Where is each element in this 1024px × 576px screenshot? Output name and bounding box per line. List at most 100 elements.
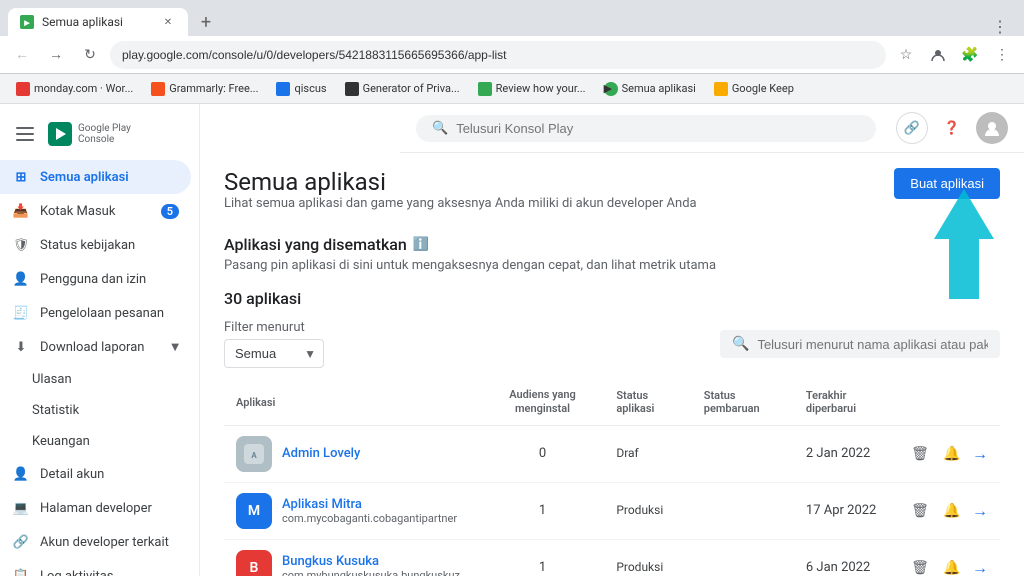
navigate-arrow-icon[interactable]: →	[972, 558, 988, 576]
app-package: com.mybungkuskusuka.bungkuskuz...	[282, 569, 469, 576]
bookmark-review-icon	[478, 82, 492, 96]
address-bar-input[interactable]	[110, 41, 886, 69]
global-search-input[interactable]	[456, 121, 860, 136]
global-search-bar[interactable]: 🔍	[416, 115, 876, 142]
grid-icon: ⊞	[12, 168, 30, 186]
bookmark-review[interactable]: Review how your...	[470, 79, 594, 99]
sidebar-item-activity-label: Log aktivitas	[40, 569, 114, 576]
sidebar-item-stats-label: Statistik	[32, 403, 79, 418]
chrome-menu-icon[interactable]: ⋮	[988, 41, 1016, 69]
sidebar-item-finance[interactable]: Keuangan	[20, 426, 191, 457]
bookmark-qiscus-label: qiscus	[294, 82, 326, 95]
tab-close-button[interactable]: ✕	[160, 14, 176, 30]
bookmark-generator-icon: T	[345, 82, 359, 96]
link-icon-btn[interactable]: 🔗	[896, 112, 928, 144]
installs-cell: 1	[481, 539, 605, 576]
update-status-cell	[692, 425, 794, 482]
app-name[interactable]: Admin Lovely	[282, 446, 360, 461]
col-last-updated: Terakhir diperbarui	[794, 380, 896, 425]
status-badge: Draf	[616, 446, 638, 460]
sidebar-item-linked-acc-label: Akun developer terkait	[40, 535, 169, 550]
delete-icon[interactable]: 🗑	[908, 499, 932, 523]
page-subtitle: Lihat semua aplikasi dan game yang akses…	[224, 196, 697, 211]
app-info: B Bungkus Kusuka com.mybungkuskusuka.bun…	[236, 550, 469, 576]
play-console-logo[interactable]: Google Play Console	[48, 122, 131, 146]
app-name[interactable]: Aplikasi Mitra	[282, 497, 457, 512]
bookmark-keep-icon	[714, 82, 728, 96]
pinned-section-subtitle: Pasang pin aplikasi di sini untuk mengak…	[224, 258, 1000, 273]
bookmark-review-label: Review how your...	[496, 82, 586, 95]
chrome-profiles-icon[interactable]	[924, 41, 952, 69]
create-app-button[interactable]: Buat aplikasi	[894, 168, 1000, 199]
sidebar-item-download[interactable]: ⬇ Download laporan ▶	[0, 330, 191, 364]
sidebar-item-inbox[interactable]: 📥 Kotak Masuk 5	[0, 194, 191, 228]
app-name[interactable]: Bungkus Kusuka	[282, 554, 469, 569]
svg-text:▶: ▶	[23, 19, 30, 27]
bookmark-keep[interactable]: Google Keep	[706, 79, 802, 99]
back-button[interactable]: ←	[8, 41, 36, 69]
forward-button[interactable]: →	[42, 41, 70, 69]
notification-icon[interactable]: 🔔	[940, 556, 964, 576]
action-icons: 🗑 🔔 →	[908, 442, 988, 466]
search-apps-bar[interactable]: 🔍	[720, 330, 1000, 358]
bookmark-keep-label: Google Keep	[732, 82, 794, 95]
notification-icon[interactable]: 🔔	[940, 499, 964, 523]
sidebar-item-finance-label: Keuangan	[32, 434, 90, 449]
bookmark-monday-label: monday.com · Wor...	[34, 82, 133, 95]
sidebar-header: Google Play Console	[0, 112, 199, 156]
bookmark-monday[interactable]: monday.com · Wor...	[8, 79, 141, 99]
bookmark-grammarly[interactable]: Grammarly: Free...	[143, 79, 266, 99]
table-row: M Aplikasi Mitra com.mycobaganti.cobagan…	[224, 482, 1000, 539]
sidebar-item-activity[interactable]: 📋 Log aktivitas	[0, 559, 191, 576]
bookmark-generator[interactable]: T Generator of Priva...	[337, 79, 468, 99]
hamburger-menu-button[interactable]	[12, 120, 40, 148]
sidebar-item-policy-label: Status kebijakan	[40, 238, 135, 253]
navigate-arrow-icon[interactable]: →	[972, 501, 988, 521]
apps-table: Aplikasi Audiens yang menginstal Status …	[224, 380, 1000, 576]
search-apps-icon: 🔍	[732, 336, 749, 352]
installs-cell: 0	[481, 425, 605, 482]
new-tab-button[interactable]: +	[192, 8, 220, 36]
installs-cell: 1	[481, 482, 605, 539]
filter-select[interactable]: Semua	[224, 339, 324, 368]
action-icons: 🗑 🔔 →	[908, 499, 988, 523]
filter-section: Filter menurut Semua ▼	[224, 320, 324, 368]
pinned-info-icon[interactable]: ℹ️	[413, 237, 429, 252]
delete-icon[interactable]: 🗑	[908, 442, 932, 466]
sidebar-item-dev-page[interactable]: 💻 Halaman developer	[0, 491, 191, 525]
person-icon: 👤	[12, 270, 30, 288]
sidebar-item-orders[interactable]: 🧾 Pengelolaan pesanan	[0, 296, 191, 330]
sidebar-item-reviews[interactable]: Ulasan	[20, 364, 191, 395]
sidebar-item-linked-acc[interactable]: 🔗 Akun developer terkait	[0, 525, 191, 559]
user-avatar[interactable]	[976, 112, 1008, 144]
sidebar-item-inbox-label: Kotak Masuk	[40, 204, 115, 219]
filter-row: Filter menurut Semua ▼ 🔍	[224, 320, 1000, 368]
browser-menu-button[interactable]: ⋮	[992, 17, 1008, 36]
page-title: Semua aplikasi	[224, 168, 697, 196]
global-search-icon: 🔍	[432, 121, 448, 136]
bookmark-semua[interactable]: ▶ Semua aplikasi	[596, 79, 704, 99]
help-icon-btn[interactable]: ❓	[936, 112, 968, 144]
extensions-icon[interactable]: 🧩	[956, 41, 984, 69]
apps-count-row: 30 aplikasi	[224, 289, 1000, 308]
table-row: A Admin Lovely 0 Draf 2 Jan 2022 🗑 🔔 →	[224, 425, 1000, 482]
bookmark-qiscus[interactable]: qiscus	[268, 79, 334, 99]
navigate-arrow-icon[interactable]: →	[972, 444, 988, 464]
sidebar-item-reviews-label: Ulasan	[32, 372, 72, 387]
tab-favicon: ▶	[20, 15, 34, 29]
sidebar-item-stats[interactable]: Statistik	[20, 395, 191, 426]
reload-button[interactable]: ↻	[76, 41, 104, 69]
bookmark-star-icon[interactable]: ☆	[892, 41, 920, 69]
sidebar-item-users[interactable]: 👤 Pengguna dan izin	[0, 262, 191, 296]
inbox-icon: 📥	[12, 202, 30, 220]
inbox-badge: 5	[161, 204, 179, 219]
search-apps-input[interactable]	[757, 337, 988, 352]
sidebar-item-policy[interactable]: 🛡 Status kebijakan	[0, 228, 191, 262]
notification-icon[interactable]: 🔔	[940, 442, 964, 466]
delete-icon[interactable]: 🗑	[908, 556, 932, 576]
sidebar-item-all-apps[interactable]: ⊞ Semua aplikasi	[0, 160, 191, 194]
main-content: 🔍 🔗 ❓ Semua aplikasi Lihat semua aplikas…	[200, 104, 1024, 576]
active-tab[interactable]: ▶ Semua aplikasi ✕	[8, 8, 188, 36]
status-cell: Produksi	[604, 482, 691, 539]
sidebar-item-account[interactable]: 👤 Detail akun	[0, 457, 191, 491]
